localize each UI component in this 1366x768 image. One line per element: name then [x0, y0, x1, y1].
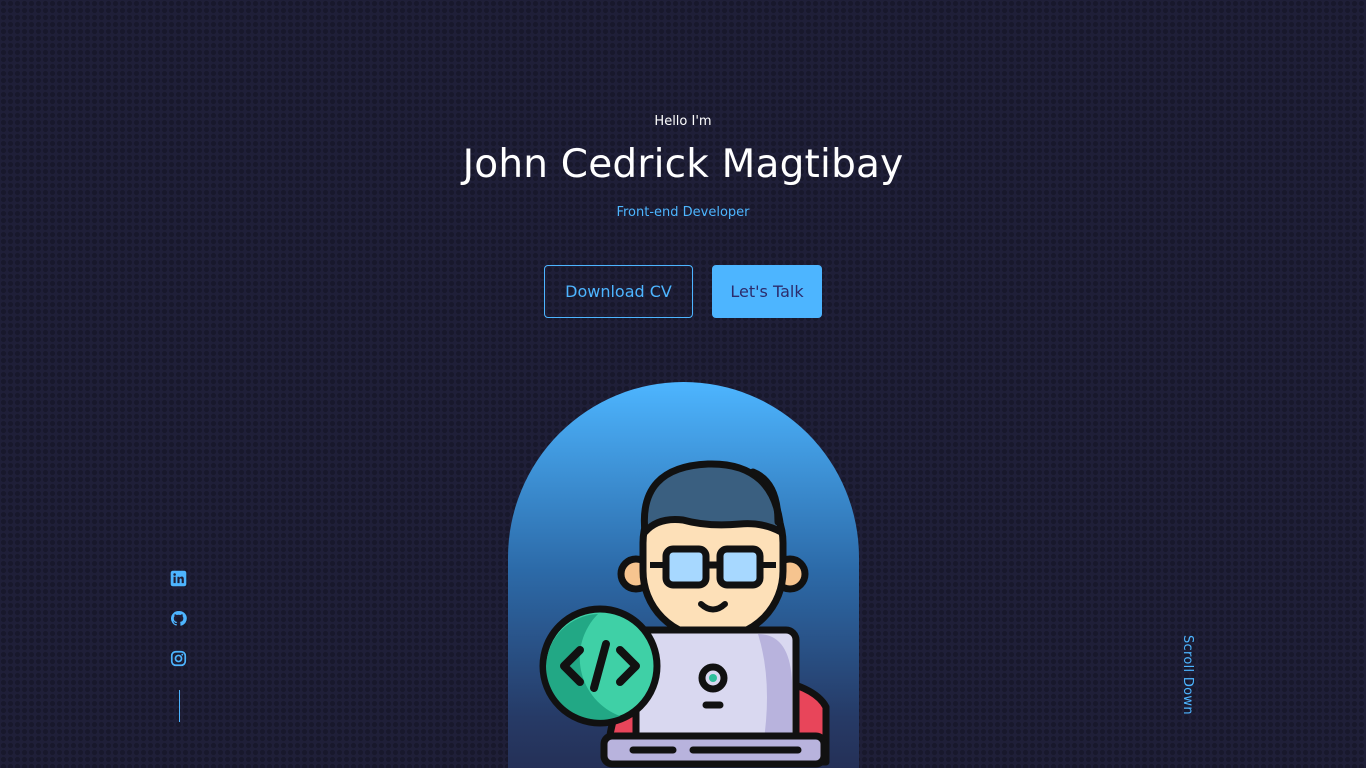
github-icon[interactable]: [170, 610, 188, 628]
social-links: [170, 570, 188, 722]
greeting-text: Hello I'm: [654, 114, 712, 129]
social-divider-line: [178, 690, 180, 722]
hero-section: Hello I'm John Cedrick Magtibay Front-en…: [0, 0, 1366, 768]
scroll-down-link[interactable]: Scroll Down: [1180, 635, 1195, 715]
download-cv-button[interactable]: Download CV: [544, 265, 693, 318]
instagram-icon[interactable]: [170, 650, 188, 668]
linkedin-icon[interactable]: [170, 570, 188, 588]
developer-avatar-illustration: [539, 460, 830, 768]
avatar-frame: [508, 382, 859, 768]
page-title: John Cedrick Magtibay: [462, 142, 904, 187]
lets-talk-button[interactable]: Let's Talk: [712, 265, 822, 318]
role-subtitle: Front-end Developer: [616, 205, 750, 220]
